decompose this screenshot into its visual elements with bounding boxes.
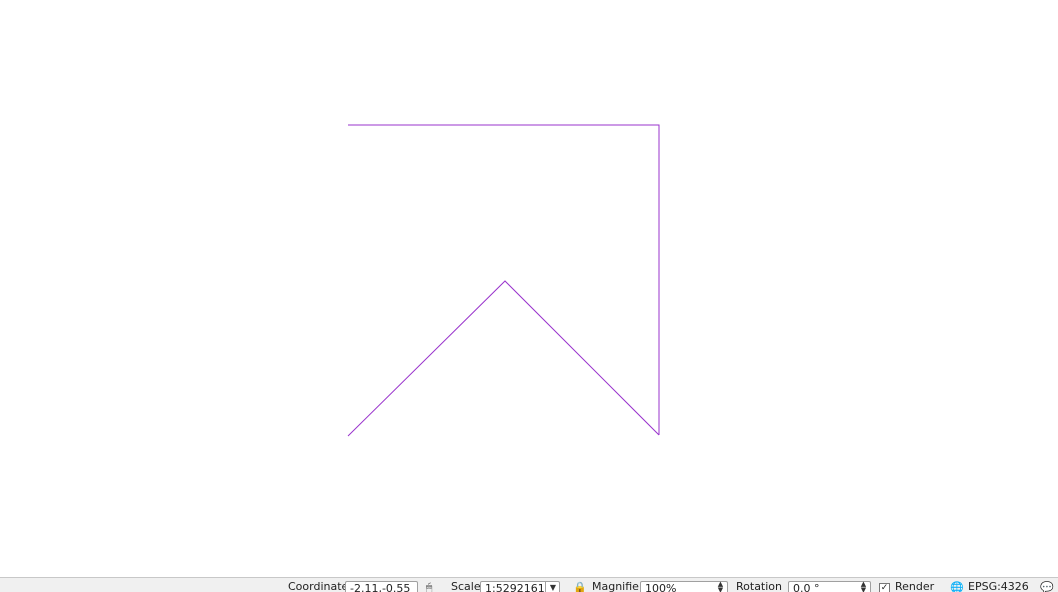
line-feature-chevron[interactable] xyxy=(347,280,660,437)
scale-label: Scale xyxy=(451,580,481,592)
spin-arrows-icon[interactable]: ▲ ▼ xyxy=(859,581,868,592)
crs-label[interactable]: EPSG:4326 xyxy=(968,580,1029,592)
chevron-down-icon[interactable]: ▼ xyxy=(545,581,560,592)
coordinate-label: Coordinate xyxy=(288,580,349,592)
map-canvas[interactable] xyxy=(0,0,1058,577)
status-bar: Coordinate -2.11,-0.55 🖱 Scale 1:5292161… xyxy=(0,577,1058,592)
magnifier-spinbox[interactable]: 100% xyxy=(640,581,728,592)
map-svg[interactable] xyxy=(0,0,1058,577)
spin-arrows-icon[interactable]: ▲ ▼ xyxy=(716,581,725,592)
rotation-label: Rotation xyxy=(736,580,783,592)
magnifier-label: Magnifier xyxy=(592,580,644,592)
render-label: Render xyxy=(895,580,935,592)
coordinate-field[interactable]: -2.11,-0.55 xyxy=(345,581,418,592)
